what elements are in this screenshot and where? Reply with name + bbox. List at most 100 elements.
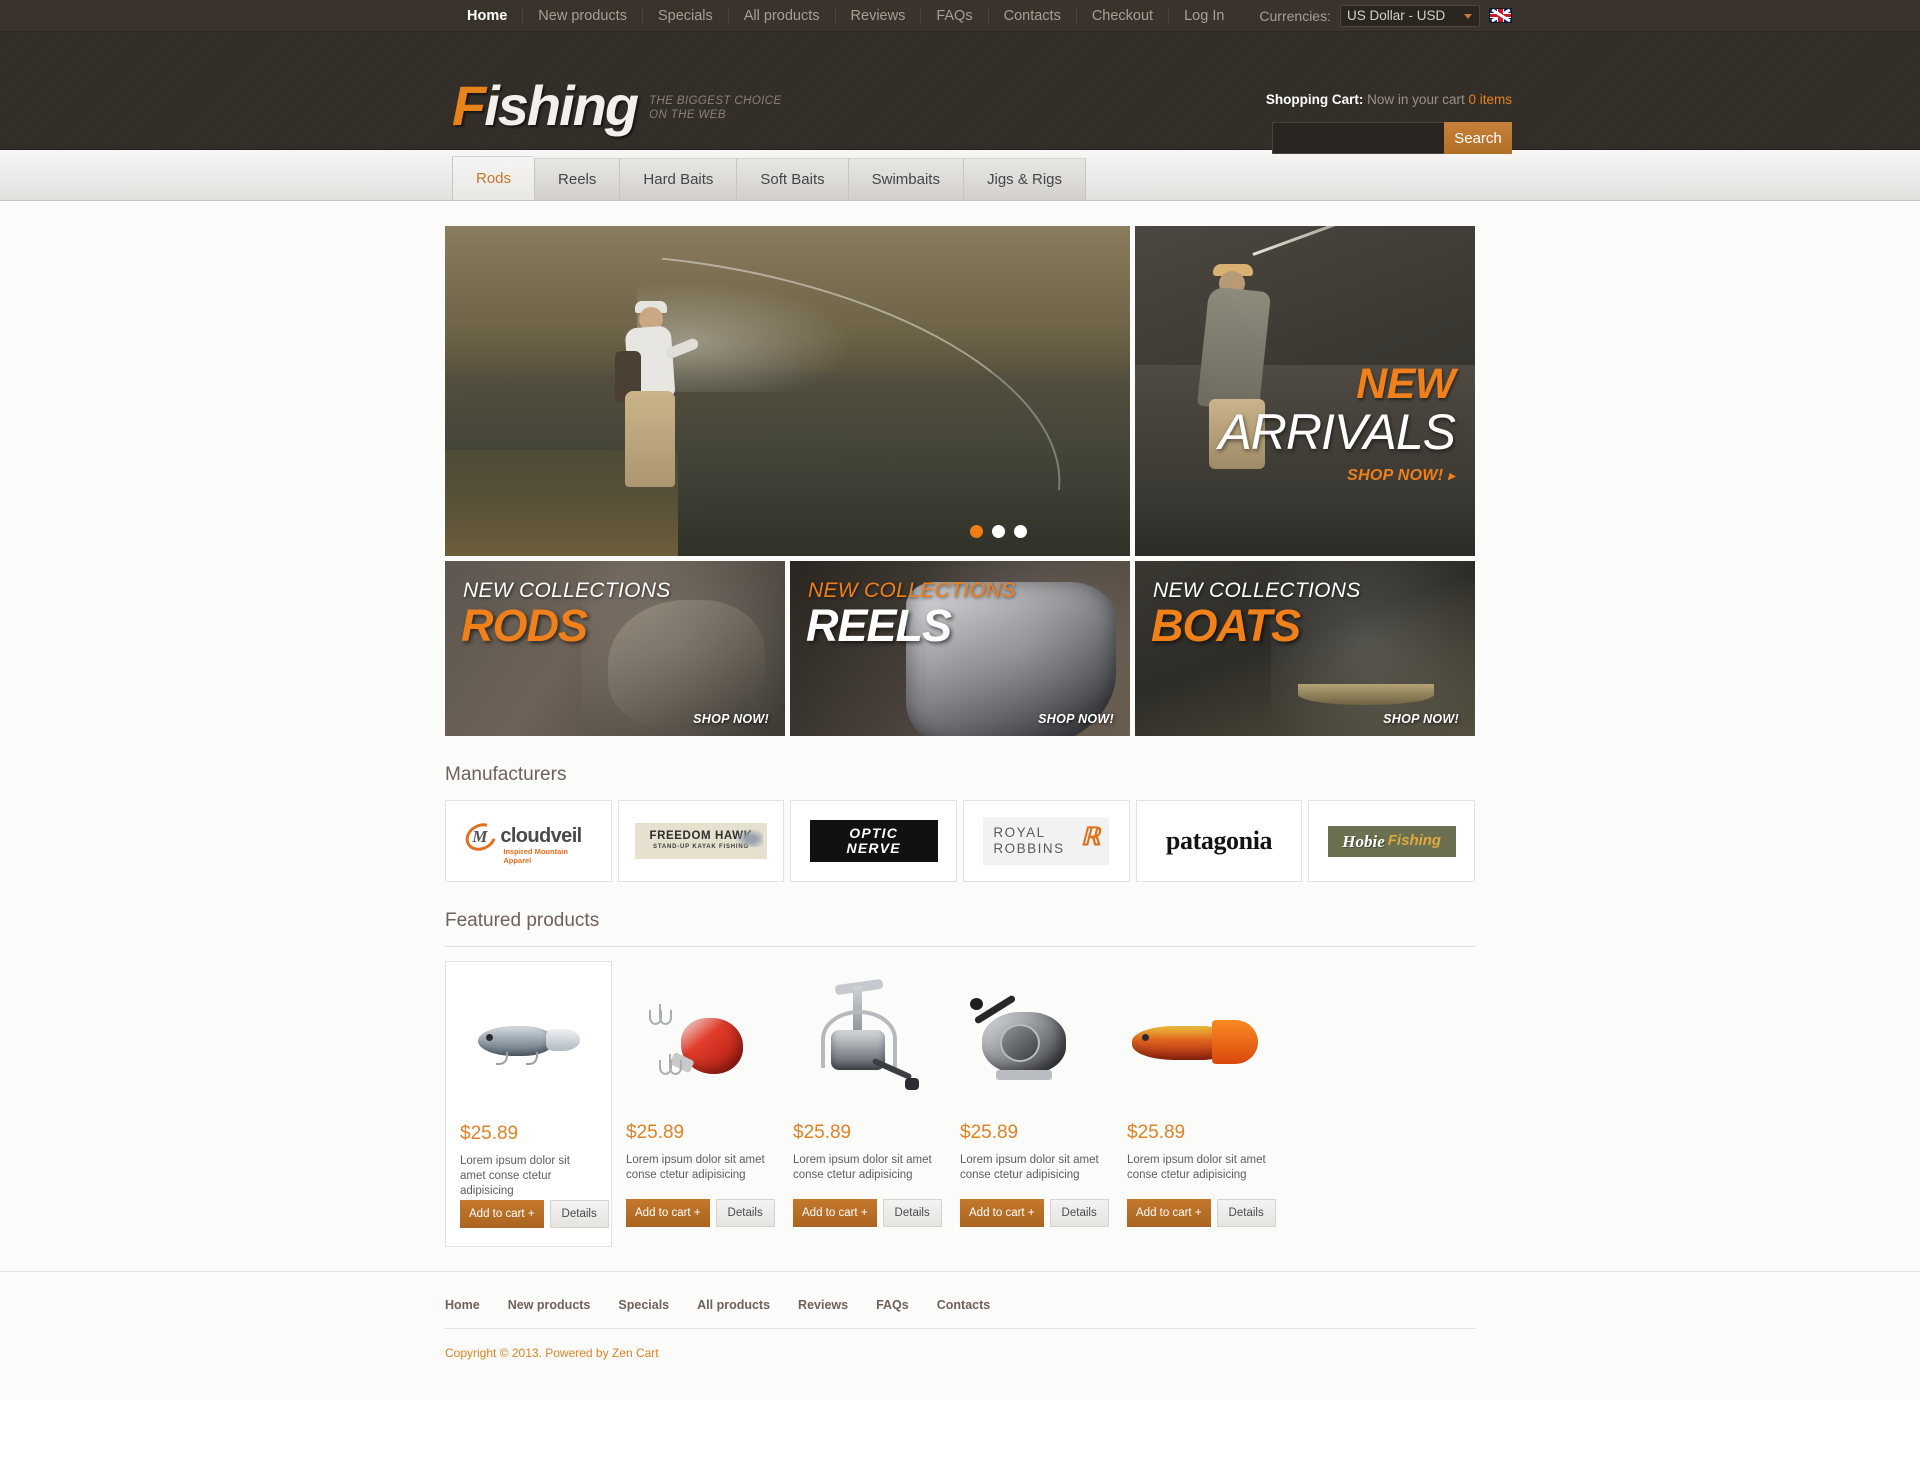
- add-to-cart-button[interactable]: Add to cart +: [793, 1199, 877, 1227]
- slider-dot-2[interactable]: [992, 525, 1005, 538]
- collection-title-rods: RODS: [461, 600, 588, 651]
- product-description: Lorem ipsum dolor sit amet conse ctetur …: [460, 1155, 570, 1197]
- add-to-cart-button[interactable]: Add to cart +: [460, 1200, 544, 1228]
- optic-nerve-line-1: OPTIC: [849, 825, 899, 841]
- details-button[interactable]: Details: [882, 1199, 942, 1227]
- tab-rods[interactable]: Rods: [452, 156, 535, 200]
- slider-dot-1[interactable]: [970, 525, 983, 538]
- topnav-item-reviews[interactable]: Reviews: [836, 7, 922, 24]
- chevron-down-icon: [1464, 13, 1472, 19]
- details-button[interactable]: Details: [715, 1199, 775, 1227]
- product-card[interactable]: $25.89 Lorem ipsum dolor sit amet conse …: [612, 961, 779, 1247]
- topnav-item-contacts[interactable]: Contacts: [989, 7, 1077, 24]
- freedom-hawk-logo-icon: FREEDOM HAWK STAND-UP KAYAK FISHING: [635, 823, 767, 859]
- hero-side-cta-label: SHOP NOW!: [1347, 467, 1444, 484]
- tab-hard-baits[interactable]: Hard Baits: [619, 158, 737, 200]
- topnav-item-specials[interactable]: Specials: [643, 7, 729, 24]
- logo-first-letter: F: [452, 74, 486, 137]
- details-button[interactable]: Details: [1216, 1199, 1276, 1227]
- copyright-text: Copyright © 2013. Powered by Zen Cart: [445, 1346, 659, 1360]
- collection-cta-boats[interactable]: SHOP NOW!: [1383, 712, 1459, 726]
- hero-side-cta[interactable]: SHOP NOW! ▸: [1135, 467, 1455, 485]
- currency-select[interactable]: US Dollar - USD: [1340, 4, 1480, 27]
- topnav-item-new-products[interactable]: New products: [523, 7, 643, 24]
- hero-slider[interactable]: [445, 226, 1130, 556]
- product-actions: Add to cart + Details: [626, 1199, 775, 1227]
- topnav-item-login[interactable]: Log In: [1169, 8, 1239, 24]
- footer-link-home[interactable]: Home: [445, 1298, 480, 1312]
- manufacturers-heading: Manufacturers: [445, 764, 567, 785]
- footer-link-new-products[interactable]: New products: [508, 1298, 591, 1312]
- footer-link-specials[interactable]: Specials: [618, 1298, 669, 1312]
- search-button[interactable]: Search: [1444, 122, 1512, 154]
- manufacturer-freedom-hawk[interactable]: FREEDOM HAWK STAND-UP KAYAK FISHING: [617, 800, 785, 882]
- add-to-cart-label: Add to cart: [1136, 1207, 1192, 1219]
- topnav-item-all-products[interactable]: All products: [729, 7, 836, 24]
- manufacturer-royal-robbins[interactable]: ℝ ROYAL ROBBINS: [963, 800, 1130, 882]
- currency-selected-value: US Dollar - USD: [1347, 8, 1446, 23]
- footer-link-faqs[interactable]: FAQs: [876, 1298, 909, 1312]
- tab-reels[interactable]: Reels: [534, 158, 620, 200]
- featured-products-heading: Featured products: [445, 910, 1475, 947]
- site-header: Fishing THE BIGGEST CHOICE ON THE WEB Sh…: [0, 32, 1920, 154]
- product-image: [960, 975, 1099, 1110]
- details-button[interactable]: Details: [1049, 1199, 1109, 1227]
- product-card[interactable]: $25.89 Lorem ipsum dolor sit amet conse …: [445, 961, 612, 1247]
- footer-link-reviews[interactable]: Reviews: [798, 1298, 848, 1312]
- cart-text: Now in your cart: [1367, 92, 1465, 107]
- slider-dots: [970, 525, 1027, 538]
- tab-jigs-rigs[interactable]: Jigs & Rigs: [962, 158, 1087, 200]
- details-button[interactable]: Details: [549, 1200, 609, 1228]
- slider-dot-3[interactable]: [1014, 525, 1027, 538]
- topnav-item-checkout[interactable]: Checkout: [1077, 7, 1170, 24]
- patagonia-logo-icon: patagonia: [1165, 826, 1273, 855]
- product-actions: Add to cart + Details: [460, 1200, 609, 1228]
- currency-label: Currencies:: [1259, 7, 1331, 24]
- uk-flag-icon[interactable]: [1489, 8, 1512, 23]
- hobie-word-1: Hobie: [1342, 831, 1385, 851]
- add-to-cart-button[interactable]: Add to cart +: [1127, 1199, 1211, 1227]
- logo[interactable]: Fishing THE BIGGEST CHOICE ON THE WEB: [452, 78, 782, 134]
- hero-new-arrivals-banner[interactable]: NEW ARRIVALS SHOP NOW! ▸: [1135, 226, 1475, 556]
- product-description: Lorem ipsum dolor sit amet conse ctetur …: [1127, 1154, 1266, 1181]
- collection-cta-reels[interactable]: SHOP NOW!: [1038, 712, 1114, 726]
- spinning-reel-icon: [809, 978, 919, 1104]
- collection-banner-boats[interactable]: NEW COLLECTIONS BOATS SHOP NOW!: [1135, 561, 1475, 736]
- plus-icon: +: [860, 1207, 868, 1219]
- product-image: [793, 975, 932, 1110]
- product-image: [1127, 975, 1266, 1110]
- manufacturer-optic-nerve[interactable]: OPTIC NERVE: [790, 800, 958, 882]
- add-to-cart-label: Add to cart: [635, 1207, 691, 1219]
- search-input[interactable]: [1272, 122, 1444, 154]
- tab-soft-baits[interactable]: Soft Baits: [736, 158, 848, 200]
- hero-side-text: NEW ARRIVALS SHOP NOW! ▸: [1135, 362, 1456, 485]
- manufacturer-patagonia[interactable]: patagonia: [1135, 800, 1303, 882]
- topnav-item-faqs[interactable]: FAQs: [921, 7, 989, 24]
- baitcasting-reel-icon: [969, 993, 1090, 1088]
- collection-cta-rods[interactable]: SHOP NOW!: [693, 712, 769, 726]
- manufacturer-hobie-fishing[interactable]: Hobie Fishing: [1308, 800, 1476, 882]
- topnav-item-home[interactable]: Home: [452, 7, 524, 24]
- collection-banner-reels[interactable]: NEW COLLECTIONS REELS SHOP NOW!: [790, 561, 1130, 736]
- shopping-cart-status[interactable]: Shopping Cart: Now in your cart 0 items: [1266, 92, 1512, 107]
- add-to-cart-button[interactable]: Add to cart +: [960, 1199, 1044, 1227]
- manufacturer-cloudveil[interactable]: M cloudveil Inspired Mountain Apparel: [445, 800, 612, 882]
- footer-navigation: Home New products Specials All products …: [445, 1298, 1475, 1329]
- lure-crankbait-silver-icon: [470, 1018, 588, 1070]
- product-card[interactable]: $25.89 Lorem ipsum dolor sit amet conse …: [779, 961, 946, 1247]
- cart-item-count: 0 items: [1468, 92, 1512, 107]
- product-card[interactable]: $25.89 Lorem ipsum dolor sit amet conse …: [1113, 961, 1280, 1247]
- hobie-word-2: Fishing: [1387, 832, 1442, 849]
- cloudveil-sub: Inspired Mountain Apparel: [503, 847, 568, 865]
- add-to-cart-button[interactable]: Add to cart +: [626, 1199, 710, 1227]
- product-card[interactable]: $25.89 Lorem ipsum dolor sit amet conse …: [946, 961, 1113, 1247]
- product-actions: Add to cart + Details: [960, 1199, 1109, 1227]
- featured-products-row: $25.89 Lorem ipsum dolor sit amet conse …: [445, 961, 1475, 1247]
- product-price: $25.89: [1127, 1122, 1186, 1143]
- footer-link-all-products[interactable]: All products: [697, 1298, 770, 1312]
- tab-swimbaits[interactable]: Swimbaits: [847, 158, 963, 200]
- footer-link-contacts[interactable]: Contacts: [937, 1298, 990, 1312]
- collection-banner-rods[interactable]: NEW COLLECTIONS RODS SHOP NOW!: [445, 561, 785, 736]
- page-content: NEW ARRIVALS SHOP NOW! ▸ NEW COLLECTIONS…: [0, 201, 1920, 1271]
- hero-banner-row: NEW ARRIVALS SHOP NOW! ▸: [445, 226, 1475, 556]
